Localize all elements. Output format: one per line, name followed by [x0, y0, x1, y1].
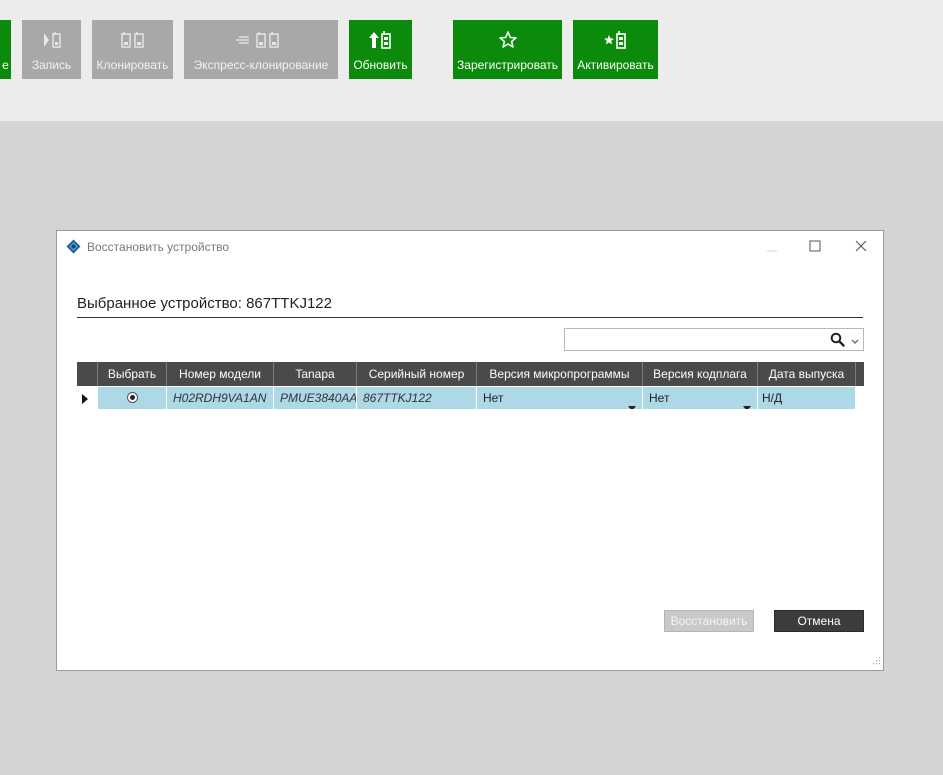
- col-release-date-header[interactable]: Дата выпуска: [758, 362, 856, 386]
- codeplug-dropdown[interactable]: Нет: [643, 387, 758, 409]
- register-button-label: Зарегистрировать: [457, 58, 558, 72]
- firmware-dropdown[interactable]: Нет: [477, 387, 643, 409]
- serial-cell: 867TTKJ122: [357, 387, 477, 409]
- write-radio-icon: [41, 28, 63, 52]
- activate-button[interactable]: Активировать: [573, 20, 658, 79]
- model-cell: H02RDH9VA1AN: [167, 387, 274, 409]
- write-button[interactable]: Запись: [22, 20, 81, 79]
- restore-device-dialog: Восстановить устройство Выбранное устрой…: [56, 230, 884, 671]
- selected-device-heading: Выбранное устройство: 867TTKJ122: [77, 295, 863, 318]
- col-select-header[interactable]: Выбрать: [98, 362, 167, 386]
- toolbar-partial-button[interactable]: е: [0, 20, 11, 79]
- update-button[interactable]: Обновить: [349, 20, 412, 79]
- firmware-value: Нет: [483, 391, 504, 405]
- search-input[interactable]: [568, 331, 822, 350]
- row-pointer-icon: [81, 393, 89, 407]
- write-button-label: Запись: [31, 58, 72, 72]
- maximize-button[interactable]: [803, 237, 827, 255]
- search-icon[interactable]: [830, 332, 845, 350]
- codeplug-value: Нет: [649, 391, 670, 405]
- select-radio[interactable]: [127, 392, 138, 403]
- dropdown-arrow-icon[interactable]: [628, 396, 636, 409]
- device-grid: Выбрать Номер модели Tanapa Серийный ном…: [77, 362, 864, 410]
- minimize-button[interactable]: [760, 237, 784, 255]
- cancel-button[interactable]: Отмена: [774, 610, 864, 632]
- close-button[interactable]: [849, 237, 873, 255]
- search-box[interactable]: [564, 328, 864, 351]
- clone-button[interactable]: Клонировать: [92, 20, 173, 79]
- activate-button-label: Активировать: [577, 58, 654, 72]
- select-cell[interactable]: [98, 387, 167, 409]
- main-toolbar: е Запись Клонировать Экспресс-клонирован…: [0, 0, 943, 121]
- express-clone-button[interactable]: Экспресс-клонирование: [184, 20, 338, 79]
- tanapa-cell: PMUE3840AA: [274, 387, 357, 409]
- col-codeplug-header[interactable]: Версия кодплага: [643, 362, 758, 386]
- star-icon: [498, 28, 518, 52]
- close-icon: [855, 240, 867, 252]
- dialog-title: Восстановить устройство: [87, 240, 229, 254]
- toolbar-partial-label: е: [2, 58, 9, 72]
- restore-button[interactable]: Восстановить: [664, 610, 754, 632]
- clone-button-label: Клонировать: [96, 58, 169, 72]
- table-row[interactable]: H02RDH9VA1AN PMUE3840AA 867TTKJ122 Нет Н…: [77, 386, 864, 410]
- dialog-titlebar[interactable]: Восстановить устройство: [57, 231, 883, 261]
- chevron-down-icon[interactable]: [851, 335, 859, 349]
- col-serial-header[interactable]: Серийный номер: [357, 362, 477, 386]
- resize-grip-icon[interactable]: [872, 654, 881, 668]
- register-button[interactable]: Зарегистрировать: [453, 20, 562, 79]
- app-logo-icon: [66, 239, 81, 254]
- row-header-spacer: [77, 362, 98, 386]
- express-clone-button-label: Экспресс-клонирование: [193, 58, 329, 72]
- col-firmware-header[interactable]: Версия микропрограммы: [477, 362, 643, 386]
- activate-radio-icon: [603, 28, 629, 52]
- maximize-icon: [809, 240, 821, 252]
- col-model-header[interactable]: Номер модели: [167, 362, 274, 386]
- update-button-label: Обновить: [353, 58, 408, 72]
- update-radio-icon: [368, 28, 394, 52]
- minimize-icon: [767, 250, 777, 252]
- dropdown-arrow-icon[interactable]: [743, 396, 751, 409]
- express-clone-icon: [235, 28, 287, 52]
- grid-header: Выбрать Номер модели Tanapa Серийный ном…: [77, 362, 864, 386]
- release-date-cell: Н/Д: [758, 387, 856, 409]
- clone-radio-icon: [119, 28, 147, 52]
- col-tanapa-header[interactable]: Tanapa: [274, 362, 357, 386]
